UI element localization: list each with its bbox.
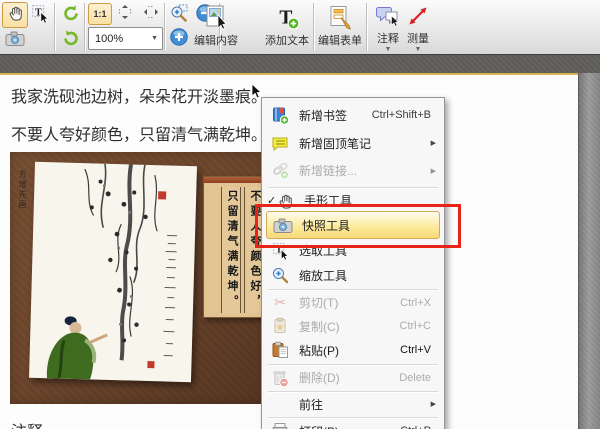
painting-signature: 方增先画 [17,170,28,210]
edit-content-label: 编辑内容 [194,35,238,48]
toolbar-separator [54,3,55,51]
copy-clipboard-icon [269,317,291,335]
app-background-band [0,54,600,74]
vertical-scrollbar[interactable] [578,73,600,429]
comment-icon [376,4,400,33]
submenu-arrow-icon: ▶ [431,400,436,408]
app-window: T 1:1 100% ▼ [0,0,600,429]
snapshot-tool-button[interactable] [2,28,28,53]
submenu-arrow-icon: ▶ [431,167,436,175]
measure-dropdown-caret-icon[interactable]: ▼ [415,46,422,54]
magnifier-icon [269,266,291,284]
poem-line-2: 不要人夸好颜色，只留清气满乾坤。 [11,121,267,145]
add-text-icon: T [274,4,300,35]
toolbar-separator [84,3,85,51]
fit-width-icon [143,4,159,25]
menu-separator [268,391,438,392]
paste-clipboard-icon [269,341,291,359]
comment-dropdown-caret-icon[interactable]: ▼ [385,46,392,54]
rotate-left-icon [62,4,80,27]
comment-label: 注释 [377,33,399,46]
fit-page-icon [117,4,133,25]
zoom-level-combobox[interactable]: 100% ▼ [88,27,163,50]
measure-button[interactable]: 测量 ▼ [398,2,438,56]
context-menu: 新增书签 Ctrl+Shift+B 新增固顶笔记 ▶ 新增链接... ▶ ✓ 手… [261,97,445,429]
toolbar-separator [313,3,314,51]
toolbar-separator [164,3,165,51]
menu-item-delete: 删除(D) Delete [264,366,442,389]
measure-icon [406,4,430,33]
rotate-right-icon [62,29,80,52]
marquee-zoom-button[interactable] [167,3,191,27]
red-highlight-box [255,204,461,248]
ink-painting-art [29,162,197,382]
menu-item-copy: 复制(C) Ctrl+C [264,314,442,338]
plaque-column-left: 只留清气满乾坤。 [221,187,241,313]
edit-form-label: 编辑表单 [318,35,362,48]
scissors-icon: ✂ [269,295,291,311]
combobox-caret-icon: ▼ [151,35,162,42]
fit-width-button[interactable] [139,3,163,25]
menu-item-zoom-tool[interactable]: 缩放工具 [264,263,442,287]
plaque-top-band [204,177,269,183]
menu-separator [268,289,438,290]
hand-icon [6,4,24,27]
partial-bottom-text: 注释 [11,418,43,429]
painting-image: 方增先画 [10,152,268,404]
actual-size-button[interactable]: 1:1 [88,3,112,25]
menu-item-new-pinned-note[interactable]: 新增固顶笔记 ▶ [264,129,442,157]
painting-paper [29,162,197,382]
menu-separator [268,187,438,188]
note-icon [269,134,291,153]
marquee-zoom-icon [169,3,189,28]
hand-tool-button[interactable] [2,2,28,28]
edit-form-icon [327,4,353,35]
measure-label: 测量 [407,33,429,46]
zoom-level-value: 100% [89,33,151,45]
submenu-arrow-icon: ▶ [431,139,436,147]
bookmark-add-icon [269,106,291,125]
add-text-button[interactable]: T 添加文本 [263,2,311,54]
edit-form-button[interactable]: 编辑表单 [316,2,364,54]
link-add-icon [269,161,291,180]
menu-separator [268,417,438,418]
menu-item-print[interactable]: 打印(P) Ctrl+P [264,419,442,429]
edit-content-button[interactable]: 编辑内容 [191,2,241,54]
actual-size-label: 1:1 [93,9,106,19]
toolbar-separator [366,3,367,51]
select-tool-button[interactable]: T [28,3,52,27]
camera-icon [5,29,25,52]
zoom-in-button[interactable] [167,27,191,51]
menu-separator [268,364,438,365]
toolbar: T 1:1 100% ▼ [0,0,600,55]
menu-item-paste[interactable]: 粘贴(P) Ctrl+V [264,338,442,362]
mouse-cursor-icon [251,84,263,105]
rotate-left-button[interactable] [58,2,84,28]
zoom-in-icon [169,27,189,52]
trash-delete-icon [269,369,291,387]
printer-icon [269,422,291,429]
add-text-label: 添加文本 [265,35,309,48]
select-text-icon: T [30,3,50,28]
menu-item-cut: ✂ 剪切(T) Ctrl+X [264,291,442,314]
menu-item-goto[interactable]: 前往 ▶ [264,393,442,415]
menu-item-new-bookmark[interactable]: 新增书签 Ctrl+Shift+B [264,101,442,129]
edit-content-icon [203,4,229,35]
poem-line-1: 我家洗砚池边树，朵朵花开淡墨痕。 [11,83,267,107]
fit-page-button[interactable] [113,3,137,25]
rotate-right-button[interactable] [58,27,84,53]
menu-item-new-link: 新增链接... ▶ [264,157,442,184]
